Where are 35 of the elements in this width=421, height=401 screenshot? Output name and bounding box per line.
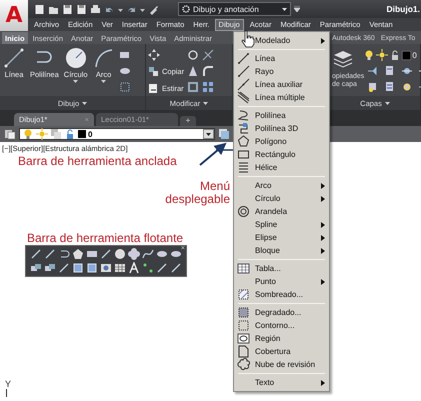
- menu-item[interactable]: Polilínea: [235, 109, 328, 122]
- menu-item[interactable]: Nube de revisión: [235, 358, 328, 371]
- layer-name: 0: [412, 50, 417, 60]
- menu-item[interactable]: Línea múltiple: [235, 91, 328, 104]
- menu-item[interactable]: Modelado: [235, 34, 328, 47]
- menu-item[interactable]: Arandela: [235, 205, 328, 218]
- menu-item[interactable]: Región: [235, 332, 328, 345]
- annotation-text: Menú desplegable: [165, 180, 230, 206]
- workspace-dropdown[interactable]: Dibujo y anotación: [178, 2, 291, 16]
- menu-item[interactable]: Rayo: [235, 65, 328, 78]
- layer-dropdown[interactable]: 0: [19, 128, 215, 140]
- annotation-text: Barra de herramienta anclada: [18, 155, 178, 168]
- menu-item[interactable]: Arco: [235, 179, 328, 192]
- menu-item[interactable]: Línea: [235, 52, 328, 65]
- menu-item[interactable]: Sombreado...: [235, 288, 328, 301]
- menu-item[interactable]: Contorno...: [235, 319, 328, 332]
- menu-item[interactable]: Hélice: [235, 161, 328, 174]
- menu-item[interactable]: Polilínea 3D: [235, 122, 328, 135]
- menu-item[interactable]: Bloque: [235, 244, 328, 257]
- menu-item[interactable]: Cobertura: [235, 345, 328, 358]
- ucs-axis-label: Y: [5, 380, 12, 389]
- menu-item[interactable]: Rectángulo: [235, 148, 328, 161]
- menu-item[interactable]: Degradado...: [235, 306, 328, 319]
- menu-item[interactable]: Punto: [235, 275, 328, 288]
- menu-item[interactable]: Texto: [235, 376, 328, 389]
- annotation-text: Barra de herramienta flotante: [27, 232, 184, 245]
- menu-item[interactable]: Círculo: [235, 192, 328, 205]
- menu-item[interactable]: Spline: [235, 218, 328, 231]
- application-button[interactable]: A: [0, 0, 28, 31]
- window-title: Dibujo1.: [386, 4, 421, 14]
- menu-item[interactable]: Tabla...: [235, 262, 328, 275]
- menu-item[interactable]: Polígono: [235, 135, 328, 148]
- menu-item[interactable]: Elipse: [235, 231, 328, 244]
- menu-item[interactable]: Línea auxiliar: [235, 78, 328, 91]
- new-tab-button[interactable]: +: [180, 116, 196, 126]
